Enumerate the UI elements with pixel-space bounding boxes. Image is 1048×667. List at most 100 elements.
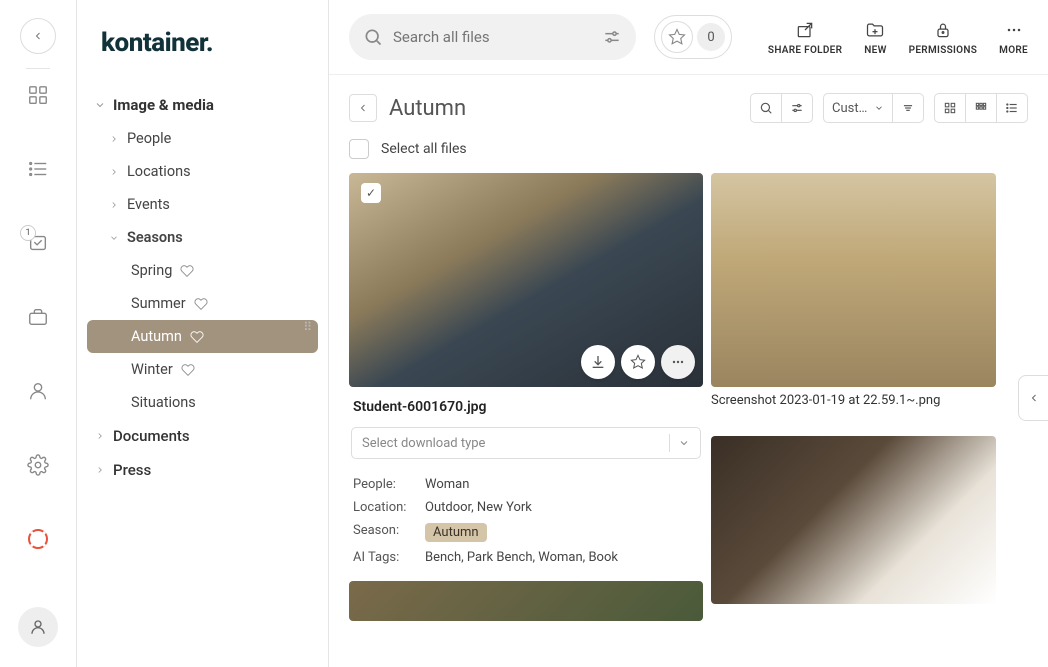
back-button[interactable] bbox=[349, 94, 377, 122]
search-in-folder-button[interactable] bbox=[750, 93, 782, 123]
settings-icon[interactable] bbox=[26, 453, 50, 477]
file-checkbox-checked[interactable]: ✓ bbox=[361, 183, 381, 203]
tree-label: Seasons bbox=[127, 229, 183, 246]
file-grid: ✓ Student-6001670.jpg Select download ty… bbox=[329, 173, 1048, 621]
top-actions: SHARE FOLDER NEW PERMISSIONS MORE bbox=[768, 19, 1028, 56]
tree-label: Situations bbox=[131, 394, 196, 411]
sort-select[interactable]: Cust… bbox=[823, 93, 893, 123]
download-type-select[interactable]: Select download type bbox=[351, 427, 701, 459]
page-title: Autumn bbox=[389, 96, 466, 121]
top-bar: 0 SHARE FOLDER NEW PERMISSIONS MORE bbox=[329, 0, 1048, 75]
tree-item-locations[interactable]: Locations bbox=[87, 155, 318, 188]
tree-label: Press bbox=[113, 461, 151, 479]
thumbnail[interactable] bbox=[711, 173, 996, 387]
meta-row: People: Woman bbox=[351, 473, 701, 496]
share-folder-button[interactable]: SHARE FOLDER bbox=[768, 19, 842, 56]
tree-root-image-media[interactable]: Image & media bbox=[87, 88, 318, 122]
small-grid-view-button[interactable] bbox=[966, 93, 997, 123]
more-button[interactable]: MORE bbox=[999, 19, 1028, 56]
chevron-right-icon bbox=[93, 431, 107, 441]
nav-rail: 1 bbox=[0, 0, 77, 667]
select-all-checkbox[interactable] bbox=[349, 139, 369, 159]
search-icon bbox=[363, 27, 383, 47]
panel-toggle-button[interactable] bbox=[1018, 375, 1048, 421]
meta-label: Location: bbox=[353, 500, 415, 515]
meta-label: Season: bbox=[353, 523, 415, 542]
meta-value: Bench, Park Bench, Woman, Book bbox=[425, 550, 618, 565]
tree-item-situations[interactable]: Situations bbox=[87, 386, 318, 419]
tree-label: Documents bbox=[113, 427, 190, 445]
new-folder-icon bbox=[865, 19, 885, 41]
tree-label: People bbox=[127, 130, 171, 147]
notification-badge: 1 bbox=[20, 225, 36, 241]
star-icon bbox=[661, 21, 693, 53]
chevron-down-icon bbox=[107, 233, 121, 243]
list-icon[interactable] bbox=[26, 157, 50, 181]
tree-label: Summer bbox=[131, 295, 186, 312]
tree-item-documents[interactable]: Documents bbox=[87, 419, 318, 453]
search-input[interactable] bbox=[393, 28, 592, 46]
favorites-pill[interactable]: 0 bbox=[654, 15, 732, 59]
briefcase-icon[interactable] bbox=[26, 305, 50, 329]
tree-item-press[interactable]: Press bbox=[87, 453, 318, 487]
meta-row: Location: Outdoor, New York bbox=[351, 496, 701, 519]
favorite-button[interactable] bbox=[621, 345, 655, 379]
new-button[interactable]: NEW bbox=[864, 19, 886, 56]
heart-icon[interactable] bbox=[180, 264, 194, 278]
download-button[interactable] bbox=[581, 345, 615, 379]
action-label: MORE bbox=[999, 45, 1028, 56]
tree-item-people[interactable]: People bbox=[87, 122, 318, 155]
action-label: SHARE FOLDER bbox=[768, 45, 842, 56]
permissions-button[interactable]: PERMISSIONS bbox=[909, 19, 978, 56]
chevron-right-icon bbox=[107, 134, 121, 144]
download-placeholder: Select download type bbox=[362, 436, 485, 451]
help-icon[interactable] bbox=[26, 527, 50, 551]
rail-back-button[interactable] bbox=[20, 18, 56, 54]
tree-label: Locations bbox=[127, 163, 191, 180]
tree-item-spring[interactable]: Spring bbox=[87, 254, 318, 287]
list-view-button[interactable] bbox=[997, 93, 1028, 123]
search-input-wrapper[interactable] bbox=[349, 14, 636, 60]
tree-label: Image & media bbox=[113, 96, 214, 114]
tree-label: Spring bbox=[131, 262, 172, 279]
heart-icon[interactable] bbox=[194, 297, 208, 311]
file-detail-panel: Student-6001670.jpg Select download type… bbox=[349, 387, 703, 569]
file-name: Screenshot 2023-01-19 at 22.59.1~.png bbox=[711, 387, 996, 414]
filter-icon[interactable] bbox=[602, 27, 622, 47]
lock-icon bbox=[933, 19, 953, 41]
thumbnail[interactable]: ✓ bbox=[349, 173, 703, 387]
select-all-row: Select all files bbox=[329, 137, 1048, 173]
tree-item-events[interactable]: Events bbox=[87, 188, 318, 221]
share-icon bbox=[795, 19, 815, 41]
chevron-right-icon bbox=[107, 167, 121, 177]
filter-button[interactable] bbox=[782, 93, 813, 123]
meta-value: Woman bbox=[425, 477, 469, 492]
drag-handle-icon[interactable]: ⠿ bbox=[303, 320, 312, 334]
tree-label: Autumn bbox=[131, 328, 182, 345]
tree-item-summer[interactable]: Summer bbox=[87, 287, 318, 320]
action-label: PERMISSIONS bbox=[909, 45, 978, 56]
account-avatar[interactable] bbox=[18, 607, 58, 647]
file-card[interactable]: Screenshot 2023-01-19 at 22.59.1~.png bbox=[711, 173, 996, 621]
chevron-down-icon bbox=[93, 99, 107, 111]
thumbnail[interactable] bbox=[711, 436, 996, 604]
tree-item-winter[interactable]: Winter bbox=[87, 353, 318, 386]
sort-direction-button[interactable] bbox=[893, 93, 924, 123]
chevron-right-icon bbox=[93, 465, 107, 475]
heart-icon[interactable] bbox=[190, 330, 204, 344]
tree-item-autumn[interactable]: Autumn bbox=[87, 320, 318, 353]
user-icon[interactable] bbox=[26, 379, 50, 403]
thumbnail[interactable] bbox=[349, 581, 703, 621]
file-name: Student-6001670.jpg bbox=[351, 399, 701, 415]
grid-view-button[interactable] bbox=[934, 93, 966, 123]
file-card[interactable]: ✓ Student-6001670.jpg Select download ty… bbox=[349, 173, 703, 621]
meta-label: AI Tags: bbox=[353, 550, 415, 565]
more-options-button[interactable] bbox=[661, 345, 695, 379]
tree-item-seasons[interactable]: Seasons bbox=[87, 221, 318, 254]
meta-row: Season: Autumn bbox=[351, 519, 701, 546]
dashboard-icon[interactable] bbox=[26, 83, 50, 107]
sort-label: Cust… bbox=[832, 101, 867, 116]
inbox-icon[interactable]: 1 bbox=[26, 231, 50, 255]
heart-icon[interactable] bbox=[181, 363, 195, 377]
meta-label: People: bbox=[353, 477, 415, 492]
